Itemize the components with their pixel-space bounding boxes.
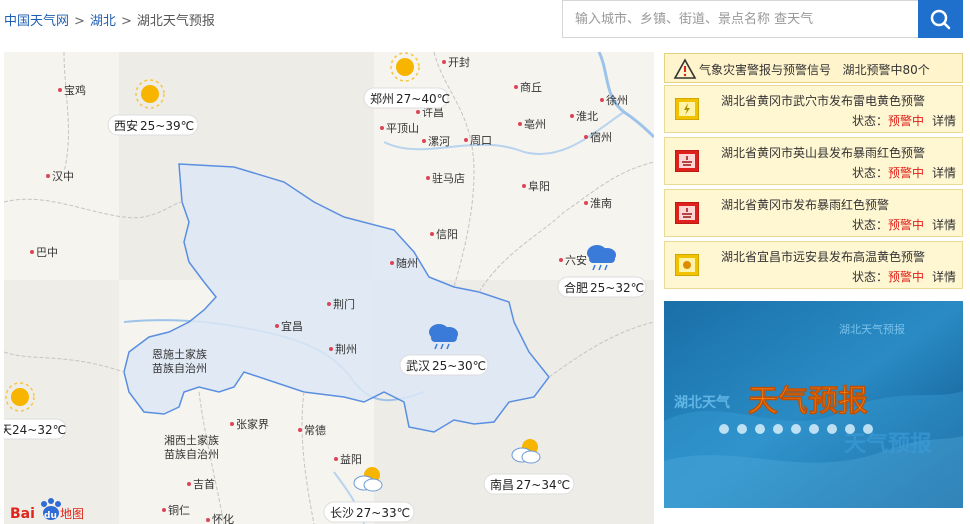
city-label: 随州 xyxy=(396,256,418,270)
city-label: 张家界 xyxy=(236,417,269,431)
forecast-temp: 25~30℃ xyxy=(432,359,486,373)
warning-item-title[interactable]: 湖北省黄冈市武穴市发布雷电黄色预警 xyxy=(721,92,925,109)
city-label: 宿州 xyxy=(590,130,612,144)
status-badge: 预警中 xyxy=(887,166,924,180)
status-label: 状态： xyxy=(851,166,888,180)
warning-summary[interactable]: 湖北预警中80个 xyxy=(842,63,929,77)
status-label: 状态： xyxy=(851,270,888,284)
city-label: 淮南 xyxy=(590,197,612,210)
status-label: 状态： xyxy=(851,218,888,232)
forecast-city: 南昌 xyxy=(490,477,514,492)
detail-link[interactable]: 详情 xyxy=(932,270,956,284)
warning-item-title[interactable]: 湖北省黄冈市发布暴雨红色预警 xyxy=(721,196,889,213)
thunder-yellow-icon xyxy=(675,98,699,120)
svg-text:天气预报: 天气预报 xyxy=(844,431,932,457)
forecast-city: 长沙 xyxy=(330,506,354,520)
forecast-temp: 27~40℃ xyxy=(396,92,450,106)
svg-text:地图: 地图 xyxy=(60,507,84,521)
forecast-temp: 25~39℃ xyxy=(140,119,194,133)
forecast-temp: 27~33℃ xyxy=(356,506,410,520)
forecast-city: 合肥 xyxy=(564,280,588,295)
svg-text:湖北天气预报: 湖北天气预报 xyxy=(839,322,905,336)
city-label: 平顶山 xyxy=(386,122,419,135)
svg-text:湖北天气: 湖北天气 xyxy=(674,394,730,411)
search-input[interactable] xyxy=(563,1,919,37)
city-label: 周口 xyxy=(470,134,492,147)
status-label: 状态： xyxy=(851,114,888,128)
high-temperature-yellow-icon xyxy=(675,254,699,276)
forecast-temp: 24~32℃ xyxy=(12,423,66,437)
warning-item[interactable]: 湖北省宜昌市远安县发布高温黄色预警 状态：预警中 详情 xyxy=(664,241,963,289)
breadcrumb-separator: > xyxy=(120,14,132,29)
city-label: 铜仁 xyxy=(168,503,190,517)
city-label: 荆门 xyxy=(333,297,355,311)
city-label: 宝鸡 xyxy=(64,83,86,97)
region-label: 湘西土家族 xyxy=(164,433,219,447)
city-label: 信阳 xyxy=(436,228,458,241)
search-icon xyxy=(930,9,951,30)
status-badge: 预警中 xyxy=(887,218,924,232)
warning-item[interactable]: 湖北省黄冈市武穴市发布雷电黄色预警 状态：预警中 详情 xyxy=(664,85,963,133)
warning-item-title[interactable]: 湖北省宜昌市远安县发布高温黄色预警 xyxy=(721,248,925,265)
region-label: 苗族自治州 xyxy=(152,361,207,375)
weather-map[interactable]: 宝鸡 汉中 巴中 开封 商丘 许昌 平顶山 漯河 周口 亳州 淮北 宿州 徐州 … xyxy=(4,52,654,524)
search-button[interactable] xyxy=(918,0,963,38)
forecast-temp: 25~32℃ xyxy=(590,281,644,295)
city-label: 常德 xyxy=(304,423,326,437)
city-label: 宜昌 xyxy=(281,319,303,333)
breadcrumb: 中国天气网 > 湖北 > 湖北天气预报 xyxy=(4,10,215,29)
banner-title: 天气预报 xyxy=(748,384,868,419)
rainstorm-red-icon xyxy=(675,150,699,172)
region-label: 恩施土家族 xyxy=(152,347,207,361)
city-label: 荆州 xyxy=(335,343,357,356)
warning-item[interactable]: 湖北省黄冈市发布暴雨红色预警 状态：预警中 详情 xyxy=(664,189,963,237)
warning-header: 气象灾害警报与预警信号 湖北预警中80个 xyxy=(664,53,963,83)
svg-text:du: du xyxy=(44,511,57,521)
city-label: 淮北 xyxy=(576,110,598,123)
forecast-city: 武汉 xyxy=(406,359,430,373)
forecast-city: 西安 xyxy=(114,118,138,133)
city-label: 亳州 xyxy=(524,117,546,131)
city-label: 开封 xyxy=(448,55,470,69)
city-label: 驻马店 xyxy=(432,171,465,185)
status-badge: 预警中 xyxy=(887,270,924,284)
region-label: 苗族自治州 xyxy=(164,447,219,461)
breadcrumb-separator: > xyxy=(74,14,85,29)
detail-link[interactable]: 详情 xyxy=(932,218,956,232)
breadcrumb-region-link[interactable]: 湖北 xyxy=(90,14,116,29)
city-label: 汉中 xyxy=(52,170,74,183)
forecast-city: 郑州 xyxy=(370,91,394,106)
warning-title: 气象灾害警报与预警信号 xyxy=(699,63,832,77)
search-box xyxy=(562,0,963,38)
weather-forecast-banner[interactable]: 湖北天气预报 湖北天气 天气预报 天气预报 xyxy=(664,301,963,508)
status-badge: 预警中 xyxy=(887,114,924,128)
warning-item[interactable]: 湖北省黄冈市英山县发布暴雨红色预警 状态：预警中 详情 xyxy=(664,137,963,185)
breadcrumb-current: 湖北天气预报 xyxy=(136,14,215,29)
detail-link[interactable]: 详情 xyxy=(932,166,956,180)
rainstorm-red-icon xyxy=(675,202,699,224)
city-label: 商丘 xyxy=(520,80,542,94)
city-label: 徐州 xyxy=(606,93,628,107)
city-label: 巴中 xyxy=(36,246,58,259)
detail-link[interactable]: 详情 xyxy=(932,114,956,128)
warning-triangle-icon xyxy=(673,58,697,79)
forecast-city: 天 xyxy=(4,423,12,437)
breadcrumb-home-link[interactable]: 中国天气网 xyxy=(4,14,69,29)
city-label: 阜阳 xyxy=(528,180,550,193)
city-label: 六安 xyxy=(565,253,587,267)
svg-text:Bai: Bai xyxy=(10,506,35,522)
city-label: 漯河 xyxy=(428,135,450,148)
city-label: 怀化 xyxy=(212,512,234,524)
warning-item-title[interactable]: 湖北省黄冈市英山县发布暴雨红色预警 xyxy=(721,144,925,161)
forecast-temp: 27~34℃ xyxy=(516,478,570,492)
city-label: 吉首 xyxy=(193,477,215,491)
city-label: 益阳 xyxy=(340,452,362,466)
